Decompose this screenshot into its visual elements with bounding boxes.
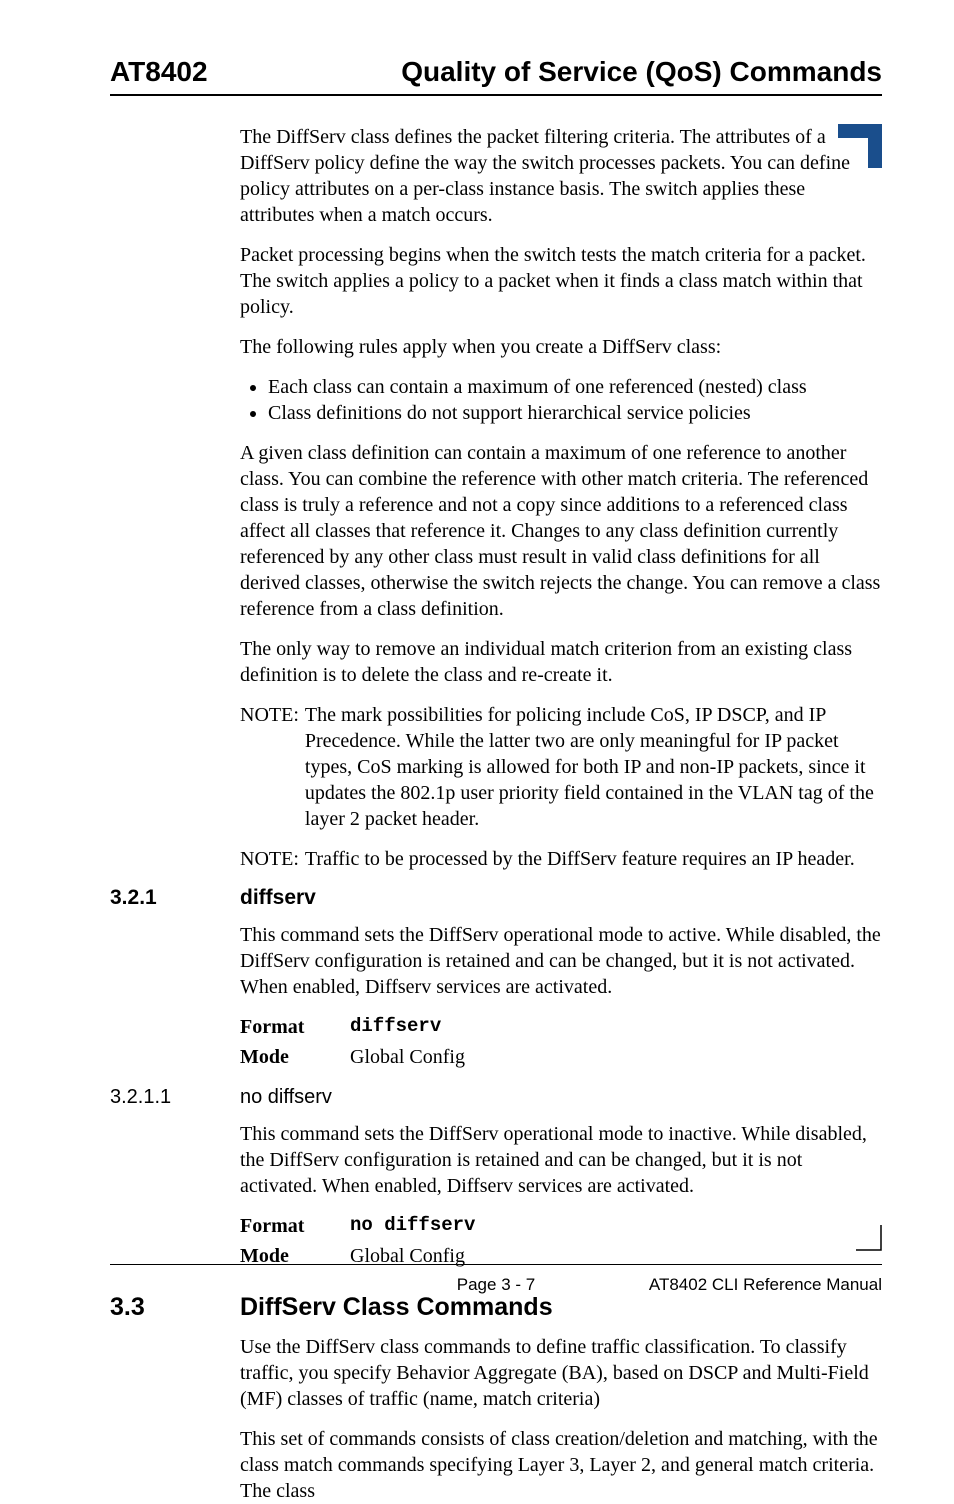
heading-title: DiffServ Class Commands xyxy=(240,1293,553,1322)
note: NOTE: The mark possibilities for policin… xyxy=(240,702,882,832)
heading-3-2-1: 3.2.1 diffserv xyxy=(110,886,882,910)
bullet-list: Each class can contain a maximum of one … xyxy=(240,374,882,426)
note-label: NOTE: xyxy=(240,846,299,872)
heading-3-3: 3.3 DiffServ Class Commands xyxy=(110,1293,882,1322)
paragraph: This command sets the DiffServ operation… xyxy=(240,1121,882,1199)
heading-number: 3.3 xyxy=(110,1293,240,1322)
paragraph: The DiffServ class defines the packet fi… xyxy=(240,124,882,228)
content-column: The DiffServ class defines the packet fi… xyxy=(240,124,882,1504)
paragraph: Use the DiffServ class commands to defin… xyxy=(240,1334,882,1412)
paragraph: The following rules apply when you creat… xyxy=(240,334,882,360)
heading-title: diffserv xyxy=(240,886,316,910)
note-label: NOTE: xyxy=(240,702,299,832)
list-item: Class definitions do not support hierarc… xyxy=(268,400,882,426)
note: NOTE: Traffic to be processed by the Dif… xyxy=(240,846,882,872)
paragraph: Packet processing begins when the switch… xyxy=(240,242,882,320)
heading-number: 3.2.1 xyxy=(110,886,240,910)
kv-row: Format diffserv xyxy=(240,1014,882,1040)
crop-mark-icon xyxy=(856,1225,882,1251)
heading-number: 3.2.1.1 xyxy=(110,1086,240,1109)
kv-row: Format no diffserv xyxy=(240,1213,882,1239)
format-mode-block: Format diffserv Mode Global Config xyxy=(240,1014,882,1070)
heading-title: no diffserv xyxy=(240,1086,332,1109)
paragraph: This set of commands consists of class c… xyxy=(240,1426,882,1504)
header-left: AT8402 xyxy=(110,56,208,88)
note-body: The mark possibilities for policing incl… xyxy=(305,702,882,832)
page: AT8402 Quality of Service (QoS) Commands… xyxy=(0,0,954,1351)
kv-value: Global Config xyxy=(350,1044,465,1070)
kv-value-mono: no diffserv xyxy=(350,1213,475,1239)
list-item: Each class can contain a maximum of one … xyxy=(268,374,882,400)
kv-key: Format xyxy=(240,1014,350,1040)
footer-center: Page 3 - 7 xyxy=(110,1275,882,1295)
heading-3-2-1-1: 3.2.1.1 no diffserv xyxy=(110,1086,882,1109)
corner-mark-icon xyxy=(838,124,882,168)
kv-value-mono: diffserv xyxy=(350,1014,441,1040)
page-footer: Page 3 - 7 AT8402 CLI Reference Manual xyxy=(110,1264,882,1295)
paragraph: A given class definition can contain a m… xyxy=(240,440,882,622)
paragraph: The only way to remove an individual mat… xyxy=(240,636,882,688)
format-mode-block: Format no diffserv Mode Global Config xyxy=(240,1213,882,1269)
paragraph: This command sets the DiffServ operation… xyxy=(240,922,882,1000)
kv-key: Format xyxy=(240,1213,350,1239)
kv-row: Mode Global Config xyxy=(240,1044,882,1070)
page-header: AT8402 Quality of Service (QoS) Commands xyxy=(110,56,882,96)
note-body: Traffic to be processed by the DiffServ … xyxy=(305,846,855,872)
header-right: Quality of Service (QoS) Commands xyxy=(401,56,882,88)
kv-key: Mode xyxy=(240,1044,350,1070)
